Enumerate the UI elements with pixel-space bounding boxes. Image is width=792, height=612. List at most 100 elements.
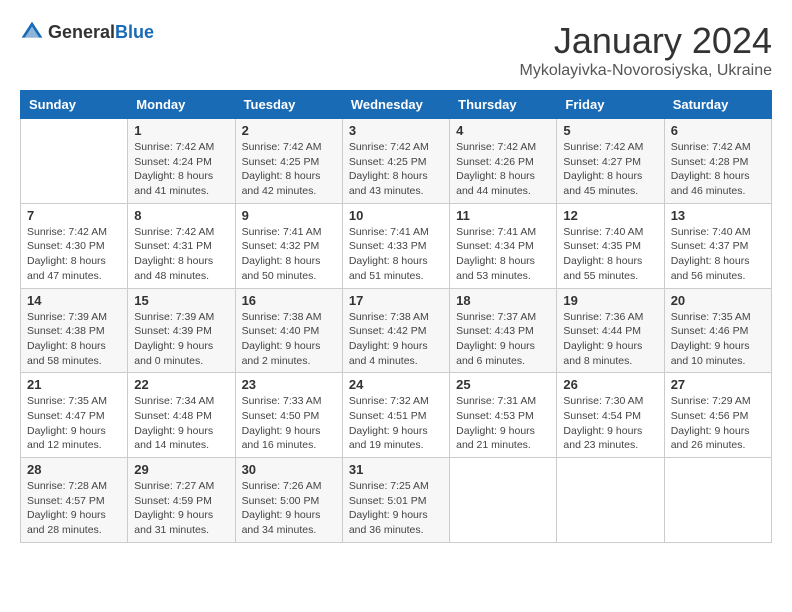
day-number: 1 — [134, 123, 228, 138]
day-info: Sunrise: 7:40 AMSunset: 4:37 PMDaylight:… — [671, 225, 765, 284]
day-info: Sunrise: 7:29 AMSunset: 4:56 PMDaylight:… — [671, 394, 765, 453]
day-info: Sunrise: 7:25 AMSunset: 5:01 PMDaylight:… — [349, 479, 443, 538]
day-number: 14 — [27, 293, 121, 308]
day-number: 30 — [242, 462, 336, 477]
weekday-header-tuesday: Tuesday — [235, 91, 342, 119]
day-number: 13 — [671, 208, 765, 223]
week-row-2: 7 Sunrise: 7:42 AMSunset: 4:30 PMDaylight… — [21, 203, 772, 288]
page-header: GeneralBlue January 2024 Mykolayivka-Nov… — [20, 20, 772, 80]
day-info: Sunrise: 7:42 AMSunset: 4:30 PMDaylight:… — [27, 225, 121, 284]
day-info: Sunrise: 7:42 AMSunset: 4:25 PMDaylight:… — [349, 140, 443, 199]
day-cell: 14Sunrise: 7:39 AMSunset: 4:38 PMDayligh… — [21, 288, 128, 373]
title-block: January 2024 Mykolayivka-Novorosiyska, U… — [519, 20, 772, 80]
day-cell: 18Sunrise: 7:37 AMSunset: 4:43 PMDayligh… — [450, 288, 557, 373]
day-info: Sunrise: 7:33 AMSunset: 4:50 PMDaylight:… — [242, 394, 336, 453]
day-number: 4 — [456, 123, 550, 138]
calendar-table: SundayMondayTuesdayWednesdayThursdayFrid… — [20, 90, 772, 543]
day-cell: 17 Sunrise: 7:38 AMSunset: 4:42 PMDayligh… — [342, 288, 449, 373]
day-number: 29 — [134, 462, 228, 477]
day-info: Sunrise: 7:42 AMSunset: 4:25 PMDaylight:… — [242, 140, 336, 199]
day-info: Sunrise: 7:35 AMSunset: 4:47 PMDaylight:… — [27, 394, 121, 453]
weekday-header-thursday: Thursday — [450, 91, 557, 119]
day-cell: 7 Sunrise: 7:42 AMSunset: 4:30 PMDaylight… — [21, 203, 128, 288]
day-info: Sunrise: 7:40 AMSunset: 4:35 PMDaylight:… — [563, 225, 657, 284]
day-number: 2 — [242, 123, 336, 138]
month-title: January 2024 — [519, 20, 772, 62]
day-number: 27 — [671, 377, 765, 392]
day-info: Sunrise: 7:32 AMSunset: 4:51 PMDaylight:… — [349, 394, 443, 453]
logo-text-blue: Blue — [115, 22, 154, 42]
weekday-header-friday: Friday — [557, 91, 664, 119]
day-info: Sunrise: 7:27 AMSunset: 4:59 PMDaylight:… — [134, 479, 228, 538]
day-info: Sunrise: 7:42 AMSunset: 4:31 PMDaylight:… — [134, 225, 228, 284]
day-cell: 10 Sunrise: 7:41 AMSunset: 4:33 PMDayligh… — [342, 203, 449, 288]
day-info: Sunrise: 7:41 AMSunset: 4:33 PMDaylight:… — [349, 225, 443, 284]
day-info: Sunrise: 7:38 AMSunset: 4:42 PMDaylight:… — [349, 310, 443, 369]
day-number: 19 — [563, 293, 657, 308]
day-number: 21 — [27, 377, 121, 392]
day-info: Sunrise: 7:34 AMSunset: 4:48 PMDaylight:… — [134, 394, 228, 453]
day-number: 20 — [671, 293, 765, 308]
day-cell: 28 Sunrise: 7:28 AMSunset: 4:57 PMDayligh… — [21, 458, 128, 543]
day-number: 6 — [671, 123, 765, 138]
week-row-4: 21 Sunrise: 7:35 AMSunset: 4:47 PMDayligh… — [21, 373, 772, 458]
day-number: 10 — [349, 208, 443, 223]
logo-icon — [20, 20, 44, 44]
day-cell — [450, 458, 557, 543]
day-cell: 21 Sunrise: 7:35 AMSunset: 4:47 PMDayligh… — [21, 373, 128, 458]
day-number: 8 — [134, 208, 228, 223]
day-cell: 13 Sunrise: 7:40 AMSunset: 4:37 PMDayligh… — [664, 203, 771, 288]
day-info: Sunrise: 7:37 AMSunset: 4:43 PMDaylight:… — [456, 310, 550, 369]
day-cell: 25 Sunrise: 7:31 AMSunset: 4:53 PMDayligh… — [450, 373, 557, 458]
logo-text-general: General — [48, 22, 115, 42]
day-number: 31 — [349, 462, 443, 477]
week-row-5: 28 Sunrise: 7:28 AMSunset: 4:57 PMDayligh… — [21, 458, 772, 543]
day-cell: 23Sunrise: 7:33 AMSunset: 4:50 PMDayligh… — [235, 373, 342, 458]
day-cell: 30Sunrise: 7:26 AMSunset: 5:00 PMDayligh… — [235, 458, 342, 543]
weekday-header-wednesday: Wednesday — [342, 91, 449, 119]
day-number: 9 — [242, 208, 336, 223]
day-info: Sunrise: 7:30 AMSunset: 4:54 PMDaylight:… — [563, 394, 657, 453]
day-cell: 2 Sunrise: 7:42 AMSunset: 4:25 PMDaylight… — [235, 119, 342, 204]
day-info: Sunrise: 7:39 AMSunset: 4:39 PMDaylight:… — [134, 310, 228, 369]
weekday-header-saturday: Saturday — [664, 91, 771, 119]
day-info: Sunrise: 7:42 AMSunset: 4:28 PMDaylight:… — [671, 140, 765, 199]
day-number: 7 — [27, 208, 121, 223]
day-number: 26 — [563, 377, 657, 392]
day-info: Sunrise: 7:42 AMSunset: 4:24 PMDaylight:… — [134, 140, 228, 199]
day-number: 16 — [242, 293, 336, 308]
day-cell: 3Sunrise: 7:42 AMSunset: 4:25 PMDaylight… — [342, 119, 449, 204]
day-cell: 15 Sunrise: 7:39 AMSunset: 4:39 PMDayligh… — [128, 288, 235, 373]
day-info: Sunrise: 7:35 AMSunset: 4:46 PMDaylight:… — [671, 310, 765, 369]
logo: GeneralBlue — [20, 20, 154, 44]
day-cell: 22Sunrise: 7:34 AMSunset: 4:48 PMDayligh… — [128, 373, 235, 458]
day-cell: 31 Sunrise: 7:25 AMSunset: 5:01 PMDayligh… — [342, 458, 449, 543]
day-info: Sunrise: 7:31 AMSunset: 4:53 PMDaylight:… — [456, 394, 550, 453]
day-cell: 1 Sunrise: 7:42 AMSunset: 4:24 PMDaylight… — [128, 119, 235, 204]
weekday-header-monday: Monday — [128, 91, 235, 119]
day-number: 15 — [134, 293, 228, 308]
day-info: Sunrise: 7:38 AMSunset: 4:40 PMDaylight:… — [242, 310, 336, 369]
day-number: 17 — [349, 293, 443, 308]
day-info: Sunrise: 7:28 AMSunset: 4:57 PMDaylight:… — [27, 479, 121, 538]
day-cell — [21, 119, 128, 204]
day-cell: 24 Sunrise: 7:32 AMSunset: 4:51 PMDayligh… — [342, 373, 449, 458]
day-cell: 26 Sunrise: 7:30 AMSunset: 4:54 PMDayligh… — [557, 373, 664, 458]
day-number: 11 — [456, 208, 550, 223]
day-info: Sunrise: 7:42 AMSunset: 4:27 PMDaylight:… — [563, 140, 657, 199]
day-info: Sunrise: 7:42 AMSunset: 4:26 PMDaylight:… — [456, 140, 550, 199]
day-cell — [664, 458, 771, 543]
day-cell: 27 Sunrise: 7:29 AMSunset: 4:56 PMDayligh… — [664, 373, 771, 458]
day-cell: 29 Sunrise: 7:27 AMSunset: 4:59 PMDayligh… — [128, 458, 235, 543]
week-row-1: 1 Sunrise: 7:42 AMSunset: 4:24 PMDaylight… — [21, 119, 772, 204]
day-cell: 4 Sunrise: 7:42 AMSunset: 4:26 PMDaylight… — [450, 119, 557, 204]
day-cell: 16 Sunrise: 7:38 AMSunset: 4:40 PMDayligh… — [235, 288, 342, 373]
day-number: 25 — [456, 377, 550, 392]
day-cell: 9Sunrise: 7:41 AMSunset: 4:32 PMDaylight… — [235, 203, 342, 288]
day-number: 24 — [349, 377, 443, 392]
day-cell: 11Sunrise: 7:41 AMSunset: 4:34 PMDayligh… — [450, 203, 557, 288]
day-cell: 6 Sunrise: 7:42 AMSunset: 4:28 PMDaylight… — [664, 119, 771, 204]
day-cell: 8 Sunrise: 7:42 AMSunset: 4:31 PMDaylight… — [128, 203, 235, 288]
day-number: 28 — [27, 462, 121, 477]
day-cell — [557, 458, 664, 543]
